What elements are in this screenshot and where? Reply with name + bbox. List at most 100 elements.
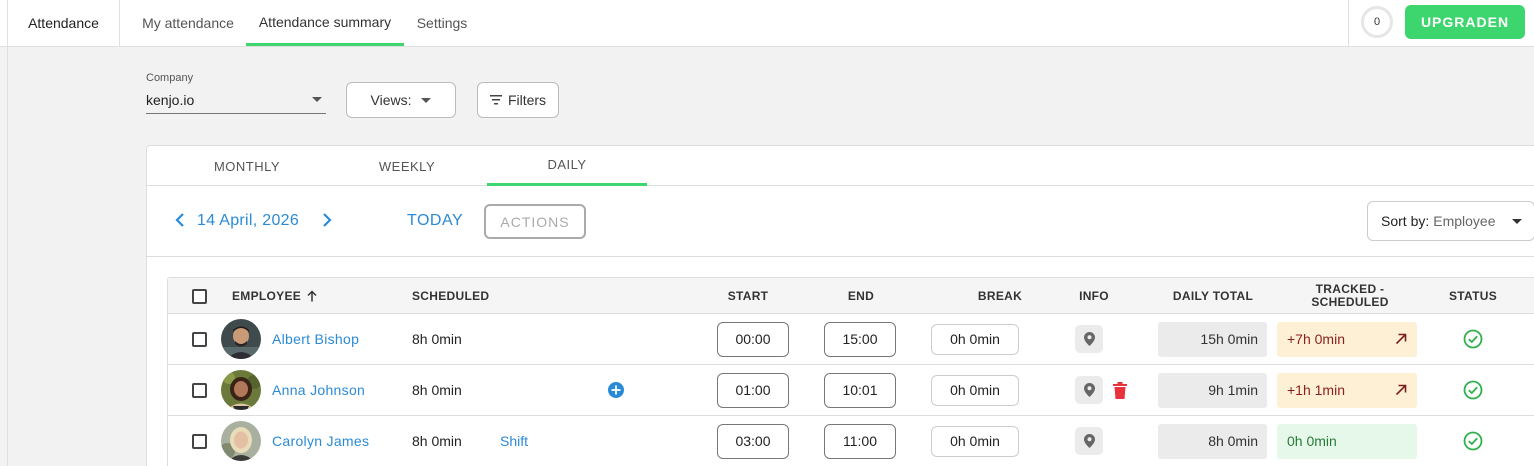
tab-my-attendance[interactable]: My attendance <box>130 0 246 46</box>
break-input[interactable]: 0h 0min <box>931 374 1019 406</box>
break-cell: 0h 0min <box>931 314 1019 364</box>
header-daily-total: DAILY TOTAL <box>1172 289 1254 303</box>
employee-name-link[interactable]: Carolyn James <box>272 433 369 449</box>
employee-name-cell: Albert Bishop <box>272 314 359 364</box>
date-toolbar: 14 April, 2026 TODAY ACTIONS Sort by: Em… <box>147 186 1534 257</box>
chevron-right-icon[interactable] <box>322 213 332 227</box>
status-cell <box>1463 314 1483 364</box>
start-time-input[interactable]: 01:00 <box>717 372 789 408</box>
actions-button[interactable]: ACTIONS <box>484 204 586 239</box>
tab-monthly[interactable]: MONTHLY <box>167 146 327 186</box>
break-cell: 0h 0min <box>931 365 1019 415</box>
filters-button[interactable]: Filters <box>477 82 559 118</box>
end-cell: 15:00 <box>824 314 896 364</box>
caret-down-icon <box>312 97 322 102</box>
check-circle-icon <box>1463 380 1483 400</box>
tab-weekly[interactable]: WEEKLY <box>327 146 487 186</box>
info-cell <box>1075 416 1103 466</box>
upgrade-button[interactable]: UPGRADEN <box>1405 5 1525 39</box>
avatar <box>221 421 261 461</box>
header-employee-label: EMPLOYEE <box>232 289 302 303</box>
tracked-cell: +1h 1min <box>1277 365 1417 415</box>
tracked-value: +7h 0min <box>1287 331 1345 347</box>
tab-attendance-summary[interactable]: Attendance summary <box>246 0 404 46</box>
end-time-input[interactable]: 11:00 <box>824 423 896 459</box>
tracked-scheduled-box[interactable]: +7h 0min <box>1277 321 1417 357</box>
employee-name-link[interactable]: Albert Bishop <box>272 331 359 347</box>
daily-total-cell: 9h 1min <box>1158 365 1267 415</box>
daily-total-value: 8h 0min <box>1158 423 1267 459</box>
caret-down-icon <box>1511 218 1522 224</box>
break-input[interactable]: 0h 0min <box>931 323 1019 355</box>
location-button[interactable] <box>1075 427 1103 455</box>
status-cell <box>1463 365 1483 415</box>
start-time-input[interactable]: 00:00 <box>717 321 789 357</box>
employee-name-cell: Carolyn James <box>272 416 369 466</box>
add-entry-cell <box>607 365 625 415</box>
header-status: STATUS <box>1448 289 1498 303</box>
shift-link: Shift <box>500 416 528 466</box>
location-button[interactable] <box>1075 325 1103 353</box>
company-value: kenjo.io <box>146 91 195 108</box>
filters-label: Filters <box>507 92 547 108</box>
header-tracked-scheduled: TRACKED - SCHEDULED <box>1280 278 1420 314</box>
location-pin-icon <box>1083 383 1095 397</box>
today-button[interactable]: TODAY <box>407 212 463 230</box>
header-info: INFO <box>1079 289 1109 303</box>
scheduled-hours: 8h 0min <box>412 331 462 347</box>
tab-settings[interactable]: Settings <box>404 0 480 46</box>
daily-total-cell: 15h 0min <box>1158 314 1267 364</box>
end-time-input[interactable]: 15:00 <box>824 321 896 357</box>
end-cell: 10:01 <box>824 365 896 415</box>
company-label: Company <box>146 72 194 84</box>
row-checkbox-cell <box>192 314 207 364</box>
arrow-up-right-icon <box>1395 333 1407 345</box>
info-cell <box>1075 365 1127 415</box>
counter-area: 0 <box>1348 0 1405 46</box>
chevron-left-icon[interactable] <box>175 213 185 227</box>
employee-name-link[interactable]: Anna Johnson <box>272 382 365 398</box>
trash-icon[interactable] <box>1113 381 1127 399</box>
start-cell: 01:00 <box>717 365 789 415</box>
notification-counter[interactable]: 0 <box>1361 6 1393 38</box>
filter-icon <box>489 95 502 105</box>
check-circle-icon <box>1463 431 1483 451</box>
employee-name-cell: Anna Johnson <box>272 365 365 415</box>
views-dropdown[interactable]: Views: <box>346 82 456 118</box>
avatar-cell <box>221 416 261 466</box>
header-employee[interactable]: EMPLOYEE <box>232 278 318 314</box>
caret-down-icon <box>421 97 432 103</box>
app-title: Attendance <box>8 0 120 46</box>
daily-total-value: 15h 0min <box>1158 321 1267 357</box>
row-checkbox[interactable] <box>192 433 207 449</box>
table-row: Albert Bishop 8h 0min 00:00 15:00 0h 0mi… <box>168 314 1534 365</box>
select-all-checkbox[interactable] <box>192 288 207 304</box>
location-button[interactable] <box>1075 376 1103 404</box>
sort-ascending-icon <box>307 290 317 302</box>
row-checkbox[interactable] <box>192 331 207 347</box>
views-label: Views: <box>370 92 412 108</box>
row-checkbox[interactable] <box>192 382 207 398</box>
tracked-scheduled-box[interactable]: +1h 1min <box>1277 372 1417 408</box>
break-input[interactable]: 0h 0min <box>931 425 1019 457</box>
daily-total-cell: 8h 0min <box>1158 416 1267 466</box>
tracked-cell: +7h 0min <box>1277 314 1417 364</box>
end-time-input[interactable]: 10:01 <box>824 372 896 408</box>
add-circle-icon[interactable] <box>607 381 625 399</box>
company-select[interactable]: kenjo.io <box>146 86 326 114</box>
attendance-table: EMPLOYEE SCHEDULED START END BREAK INFO … <box>167 277 1534 466</box>
scheduled-hours: 8h 0min <box>412 433 462 449</box>
left-divider <box>7 0 8 466</box>
sort-by-dropdown[interactable]: Sort by: Employee <box>1367 201 1534 241</box>
header-scheduled: SCHEDULED <box>412 289 490 303</box>
row-checkbox-cell <box>192 365 207 415</box>
tab-daily[interactable]: DAILY <box>487 146 647 186</box>
avatar-cell <box>221 314 261 364</box>
location-pin-icon <box>1083 332 1095 346</box>
shift-label[interactable]: Shift <box>500 433 528 449</box>
tracked-scheduled-box[interactable]: 0h 0min <box>1277 423 1417 459</box>
header-end: END <box>847 289 875 303</box>
start-time-input[interactable]: 03:00 <box>717 423 789 459</box>
top-navigation-bar: Attendance My attendance Attendance summ… <box>0 0 1534 47</box>
break-cell: 0h 0min <box>931 416 1019 466</box>
